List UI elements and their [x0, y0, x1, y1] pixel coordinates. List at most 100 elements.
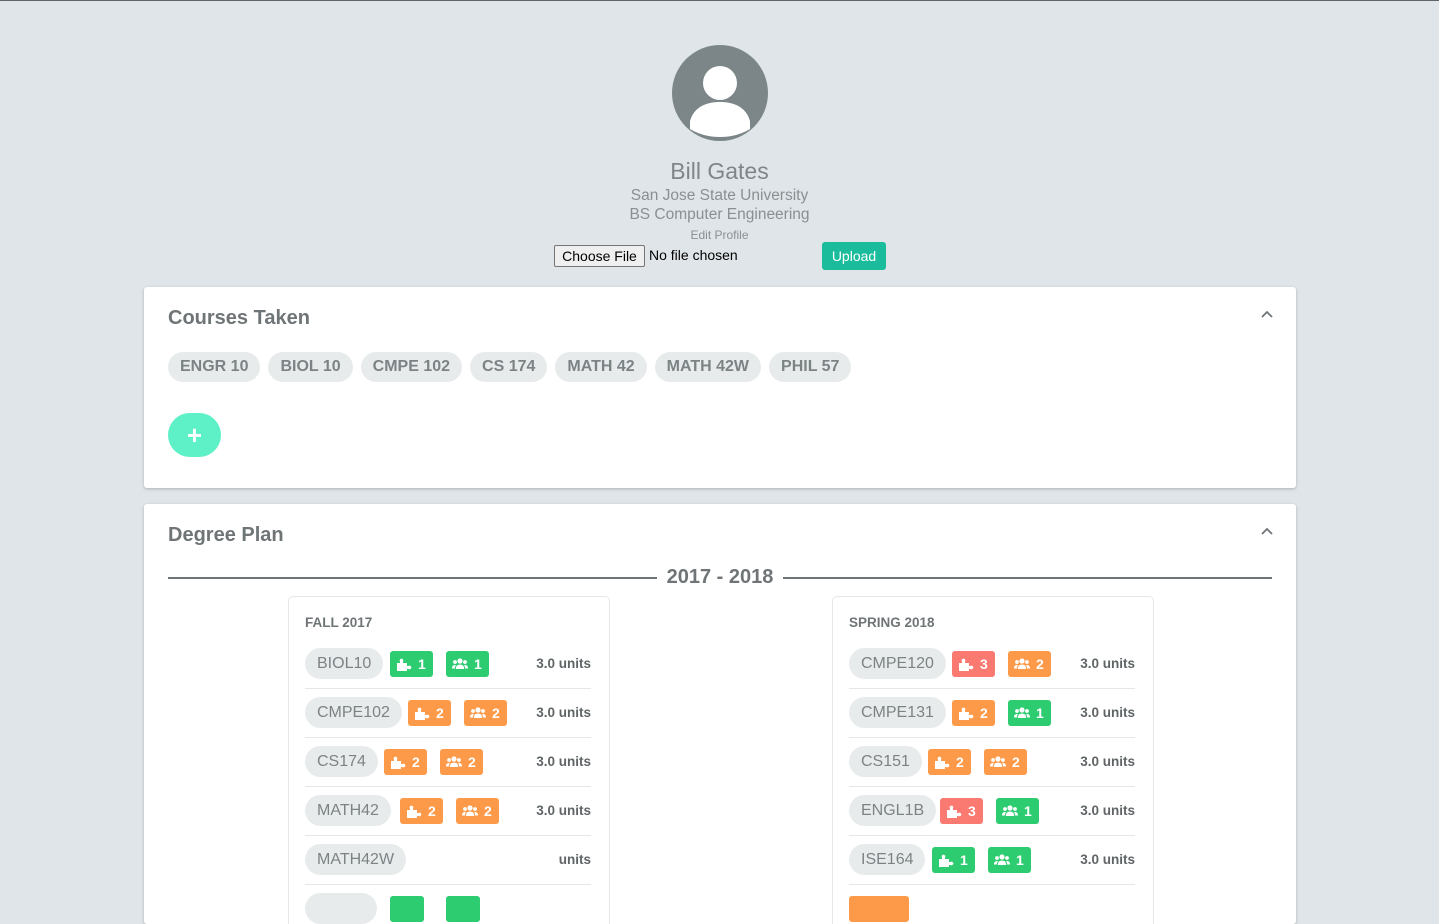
course-chip[interactable]: MATH 42 — [555, 352, 647, 382]
course-code[interactable]: MATH42 — [305, 795, 391, 826]
workload-badge: 2 — [456, 798, 499, 824]
course-chip[interactable]: PHIL 57 — [769, 352, 852, 382]
difficulty-badge: 2 — [952, 700, 995, 726]
puzzle-icon — [397, 658, 412, 671]
courses-taken-title: Courses Taken — [168, 307, 310, 329]
file-status: No file chosen — [649, 247, 738, 263]
plan-course-row-partial — [849, 884, 1135, 924]
profile-name: Bill Gates — [670, 158, 769, 184]
profile-degree: BS Computer Engineering — [629, 206, 810, 223]
course-chip[interactable]: CMPE 102 — [360, 352, 463, 382]
users-icon — [452, 658, 468, 669]
course-code[interactable]: ENGL1B — [849, 795, 937, 826]
edit-profile-link[interactable]: Edit Profile — [0, 228, 1439, 242]
term-fall-2017: FALL 2017 BIOL10 1 1 3.0 units CMPE102 2… — [288, 596, 610, 924]
users-icon — [990, 756, 1006, 767]
puzzle-icon — [959, 707, 974, 720]
profile-school: San Jose State University — [630, 187, 809, 204]
course-chip[interactable]: BIOL 10 — [268, 352, 353, 382]
course-units: 3.0 units — [1080, 852, 1135, 867]
puzzle-icon — [959, 658, 974, 671]
users-icon — [1014, 658, 1030, 669]
plan-course-row: CMPE120 3 2 3.0 units — [849, 639, 1135, 689]
puzzle-icon — [415, 707, 430, 720]
course-units: 3.0 units — [1080, 803, 1135, 818]
badge-placeholder — [446, 896, 480, 922]
badge-placeholder — [849, 896, 909, 922]
plan-course-row: MATH42 2 2 3.0 units — [305, 786, 591, 836]
course-code[interactable]: CMPE120 — [849, 648, 946, 679]
course-units: 3.0 units — [536, 803, 591, 818]
users-icon — [994, 854, 1010, 865]
course-chip[interactable]: ENGR 10 — [168, 352, 261, 382]
course-code[interactable]: CMPE102 — [305, 697, 402, 728]
course-code[interactable]: ISE164 — [849, 844, 926, 875]
course-code[interactable]: CS151 — [849, 746, 922, 777]
difficulty-badge: 1 — [932, 847, 975, 873]
workload-badge: 1 — [988, 847, 1031, 873]
users-icon — [462, 805, 478, 816]
puzzle-icon — [947, 805, 962, 818]
term-spring-2018: SPRING 2018 CMPE120 3 2 3.0 units CMPE13… — [832, 596, 1154, 924]
year-label: 2017 - 2018 — [144, 566, 1296, 589]
plan-course-row-partial — [305, 884, 591, 924]
course-code[interactable]: CS174 — [305, 746, 378, 777]
users-icon — [446, 756, 462, 767]
course-units: units — [558, 852, 591, 867]
course-code[interactable]: BIOL10 — [305, 648, 384, 679]
plan-course-row: CMPE131 2 1 3.0 units — [849, 688, 1135, 738]
term-title: FALL 2017 — [305, 615, 373, 630]
add-course-button[interactable]: + — [168, 413, 221, 457]
users-icon — [470, 707, 486, 718]
course-code[interactable]: MATH42W — [305, 844, 407, 875]
course-chip[interactable]: MATH 42W — [654, 352, 762, 382]
degree-plan-card: Degree Plan 2017 - 2018 FALL 2017 BIOL10… — [144, 504, 1296, 924]
workload-badge: 2 — [1008, 651, 1051, 677]
degree-plan-title: Degree Plan — [168, 524, 284, 546]
user-avatar-icon — [672, 45, 768, 141]
difficulty-badge: 1 — [390, 651, 433, 677]
workload-badge: 2 — [464, 700, 507, 726]
difficulty-badge: 2 — [408, 700, 451, 726]
difficulty-badge: 3 — [940, 798, 983, 824]
chevron-up-icon[interactable] — [1260, 526, 1274, 536]
difficulty-badge: 3 — [952, 651, 995, 677]
course-units: 3.0 units — [1080, 705, 1135, 720]
plan-course-row: ISE164 1 1 3.0 units — [849, 835, 1135, 885]
plan-course-row: MATH42W units — [305, 835, 591, 885]
difficulty-badge: 2 — [928, 749, 971, 775]
difficulty-badge: 2 — [400, 798, 443, 824]
course-code[interactable]: CMPE131 — [849, 697, 946, 728]
workload-badge: 1 — [446, 651, 489, 677]
courses-taken-card: Courses Taken ENGR 10 BIOL 10 CMPE 102 C… — [144, 287, 1296, 488]
course-chip[interactable]: CS 174 — [470, 352, 548, 382]
users-icon — [1014, 707, 1030, 718]
chevron-up-icon[interactable] — [1260, 309, 1274, 319]
term-title: SPRING 2018 — [849, 615, 935, 630]
workload-badge: 2 — [984, 749, 1027, 775]
upload-button[interactable]: Upload — [822, 242, 886, 270]
course-units: 3.0 units — [1080, 656, 1135, 671]
top-border — [0, 0, 1439, 1]
workload-badge: 1 — [996, 798, 1039, 824]
plan-course-row: CMPE102 2 2 3.0 units — [305, 688, 591, 738]
course-units: 3.0 units — [536, 705, 591, 720]
plan-course-row: CS151 2 2 3.0 units — [849, 737, 1135, 787]
course-units: 3.0 units — [536, 754, 591, 769]
plan-course-row: BIOL10 1 1 3.0 units — [305, 639, 591, 689]
choose-file-button[interactable]: Choose File — [554, 245, 645, 267]
badge-placeholder — [390, 896, 424, 922]
workload-badge: 1 — [1008, 700, 1051, 726]
course-units: 3.0 units — [1080, 754, 1135, 769]
course-code-placeholder[interactable] — [305, 893, 377, 924]
puzzle-icon — [935, 756, 950, 769]
workload-badge: 2 — [440, 749, 483, 775]
puzzle-icon — [939, 854, 954, 867]
plan-course-row: ENGL1B 3 1 3.0 units — [849, 786, 1135, 836]
courses-taken-list: ENGR 10 BIOL 10 CMPE 102 CS 174 MATH 42 … — [168, 352, 852, 382]
puzzle-icon — [391, 756, 406, 769]
puzzle-icon — [407, 805, 422, 818]
difficulty-badge: 2 — [384, 749, 427, 775]
course-units: 3.0 units — [536, 656, 591, 671]
users-icon — [1002, 805, 1018, 816]
